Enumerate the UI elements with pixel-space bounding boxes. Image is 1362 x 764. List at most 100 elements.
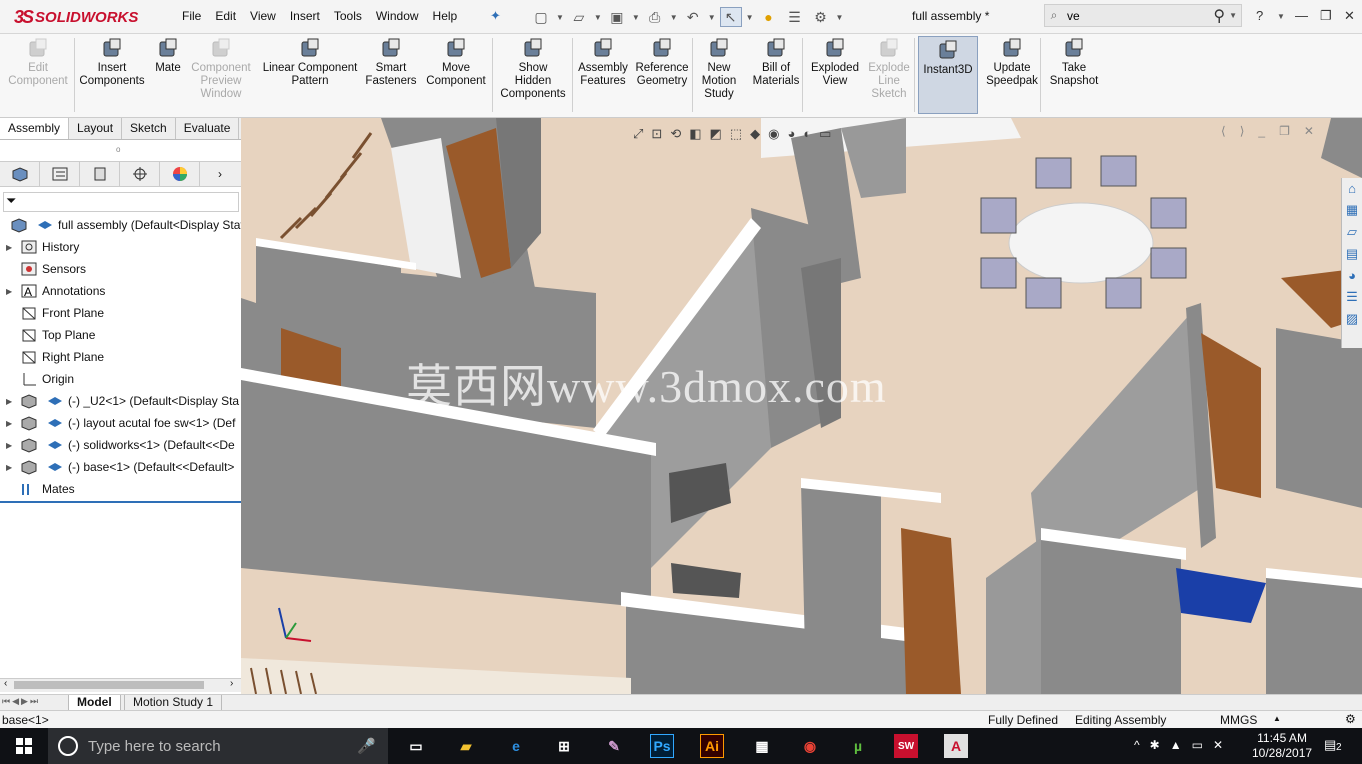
dynamic-annotation-icon[interactable]: ◩	[710, 126, 722, 142]
calculator-icon[interactable]: ▦	[750, 734, 774, 758]
chrome-icon[interactable]: ◉	[798, 734, 822, 758]
hide-show-items-icon[interactable]: ◉	[768, 126, 779, 142]
minimize-icon[interactable]: —	[1295, 8, 1308, 23]
ribbon-button-explode-line-sketch[interactable]: Explode Line Sketch	[866, 38, 912, 101]
expand-arrow-icon[interactable]: ▶	[6, 287, 16, 296]
tree-item[interactable]: Top Plane	[0, 324, 241, 346]
save-icon[interactable]: ▣	[606, 7, 628, 27]
task-view-icon[interactable]: ▭	[404, 734, 428, 758]
appearances-icon[interactable]: ◕	[1348, 268, 1356, 283]
help-icon[interactable]: ?	[1256, 8, 1263, 23]
tree-item[interactable]: full assembly (Default<Display State	[0, 214, 250, 236]
dimxpert-tab-icon[interactable]	[120, 162, 160, 186]
file-explorer-taskbar-icon[interactable]: ▰	[454, 734, 478, 758]
solidworks-taskbar-icon[interactable]: SW	[894, 734, 918, 758]
paint-icon[interactable]: ✎	[602, 734, 626, 758]
file-properties-icon[interactable]: ☰	[784, 7, 806, 27]
configurationmanager-tab-icon[interactable]	[80, 162, 120, 186]
propertymanager-tab-icon[interactable]	[40, 162, 80, 186]
taskbar-search[interactable]: Type here to search 🎤	[48, 728, 388, 764]
custom-properties-icon[interactable]: ☰	[1346, 289, 1358, 305]
tray-expand-icon[interactable]: ^	[1134, 738, 1140, 752]
tree-item[interactable]: ▶ (-) layout acutal foe sw<1> (Def	[0, 412, 241, 434]
menu-help[interactable]: Help	[433, 9, 458, 23]
tab-next-icon[interactable]: ▶	[21, 696, 28, 707]
ribbon-button-mate[interactable]: Mate	[152, 38, 184, 75]
menu-window[interactable]: Window	[376, 9, 419, 23]
tree-item[interactable]: Front Plane	[0, 302, 241, 324]
rollback-bar[interactable]	[0, 501, 241, 503]
edit-appearance-icon[interactable]: ◕	[787, 126, 795, 142]
viewport-next-icon[interactable]: ⟩	[1240, 124, 1245, 138]
tree-item[interactable]: Right Plane	[0, 346, 241, 368]
search-input[interactable]	[1067, 8, 1197, 23]
file-explorer-icon[interactable]: ▱	[1347, 224, 1357, 240]
tab-first-icon[interactable]: ⏮	[2, 696, 10, 707]
ribbon-button-show-hidden-components[interactable]: Show Hidden Components	[498, 38, 568, 101]
menu-view[interactable]: View	[250, 9, 276, 23]
ribbon-button-take-snapshot[interactable]: Take Snapshot	[1048, 38, 1100, 88]
tab-model[interactable]: Model	[68, 695, 121, 711]
ribbon-button-new-motion-study[interactable]: New Motion Study	[697, 38, 741, 101]
menu-edit[interactable]: Edit	[215, 9, 236, 23]
display-manager-tab-icon[interactable]	[160, 162, 200, 186]
solidworks-logo[interactable]: 3S SOLIDWORKS	[14, 5, 138, 29]
tray-network-app-icon[interactable]: ✱	[1150, 738, 1160, 752]
tray-volume-muted-icon[interactable]: ✕	[1213, 738, 1223, 752]
apply-scene-icon[interactable]: ◐	[803, 126, 811, 142]
search-magnifier-icon[interactable]: ⚲	[1213, 6, 1225, 26]
viewport-restore-icon[interactable]: ❐	[1279, 124, 1290, 138]
ribbon-button-insert-components[interactable]: Insert Components	[78, 38, 146, 88]
expand-arrow-icon[interactable]: ▶	[6, 441, 16, 450]
view-palette-icon[interactable]: ▤	[1346, 246, 1358, 262]
windows-start-icon[interactable]	[16, 738, 32, 757]
splitter-handle[interactable]: o	[116, 145, 120, 154]
expand-arrow-icon[interactable]: ▶	[6, 419, 16, 428]
tree-item[interactable]: Mates	[0, 478, 241, 500]
tree-filter[interactable]: ⏷	[3, 192, 239, 212]
ribbon-button-update-speedpak[interactable]: Update Speedpak	[984, 38, 1040, 88]
expand-arrow-icon[interactable]: ▶	[6, 463, 16, 472]
tree-item[interactable]: ▶ (-) base<1> (Default<<Default>	[0, 456, 241, 478]
tray-monitor-icon[interactable]: ▭	[1192, 738, 1203, 752]
tab-layout[interactable]: Layout	[69, 118, 123, 139]
viewport-minimize-icon[interactable]: _	[1258, 124, 1265, 138]
tree-item[interactable]: ▶ A Annotations	[0, 280, 241, 302]
utorrent-icon[interactable]: µ	[846, 734, 870, 758]
tab-assembly[interactable]: Assembly	[0, 118, 70, 139]
view-settings-icon[interactable]: ▭	[819, 126, 831, 142]
graphics-area[interactable]: 莫西网www.3dmox.com ⤢ ⊡ ⟲ ◧ ◩ ⬚ ◆ ◉ ◕ ◐ ▭ ⟨…	[241, 118, 1362, 694]
tray-sync-icon[interactable]: ▲	[1170, 738, 1182, 752]
zoom-to-fit-icon[interactable]: ⤢	[633, 126, 643, 142]
zoom-area-icon[interactable]: ⊡	[651, 126, 662, 142]
print-icon[interactable]: ⎙	[644, 7, 666, 27]
new-document-icon[interactable]: ▢	[530, 7, 552, 27]
ribbon-button-move-component[interactable]: Move Component	[422, 38, 490, 88]
store-icon[interactable]: ⊞	[552, 734, 576, 758]
forum-icon[interactable]: ▨	[1346, 311, 1358, 327]
ribbon-button-component-preview-window[interactable]: Component Preview Window	[188, 38, 254, 101]
tree-item[interactable]: ▶ (-) _U2<1> (Default<Display Sta	[0, 390, 241, 412]
display-style-icon[interactable]: ◆	[750, 126, 760, 142]
ribbon-button-assembly-features[interactable]: Assembly Features	[576, 38, 630, 88]
viewport-prev-icon[interactable]: ⟨	[1221, 124, 1226, 138]
search-commands-icon[interactable]: ⌕	[1045, 8, 1063, 23]
menu-insert[interactable]: Insert	[290, 9, 320, 23]
expand-arrow-icon[interactable]: ▶	[6, 243, 16, 252]
ribbon-button-smart-fasteners[interactable]: Smart Fasteners	[364, 38, 418, 88]
section-view-icon[interactable]: ◧	[689, 126, 701, 142]
previous-view-icon[interactable]: ⟲	[670, 126, 681, 142]
restore-icon[interactable]: ❐	[1320, 8, 1332, 24]
tree-item[interactable]: Sensors	[0, 258, 241, 280]
pane-next-arrow-icon[interactable]: ›	[200, 162, 240, 186]
tree-item[interactable]: ▶ History	[0, 236, 241, 258]
viewport-close-icon[interactable]: ✕	[1304, 124, 1314, 138]
options-gear-icon[interactable]: ⚙	[810, 7, 832, 27]
tab-sketch[interactable]: Sketch	[122, 118, 176, 139]
ribbon-button-edit-component[interactable]: Edit Component	[6, 38, 70, 88]
edge-browser-icon[interactable]: e	[504, 734, 528, 758]
design-library-icon[interactable]: ▦	[1346, 202, 1358, 218]
microphone-icon[interactable]: 🎤	[357, 737, 376, 755]
status-tools-icon[interactable]: ⚙	[1345, 712, 1356, 726]
menu-file[interactable]: File	[182, 9, 201, 23]
